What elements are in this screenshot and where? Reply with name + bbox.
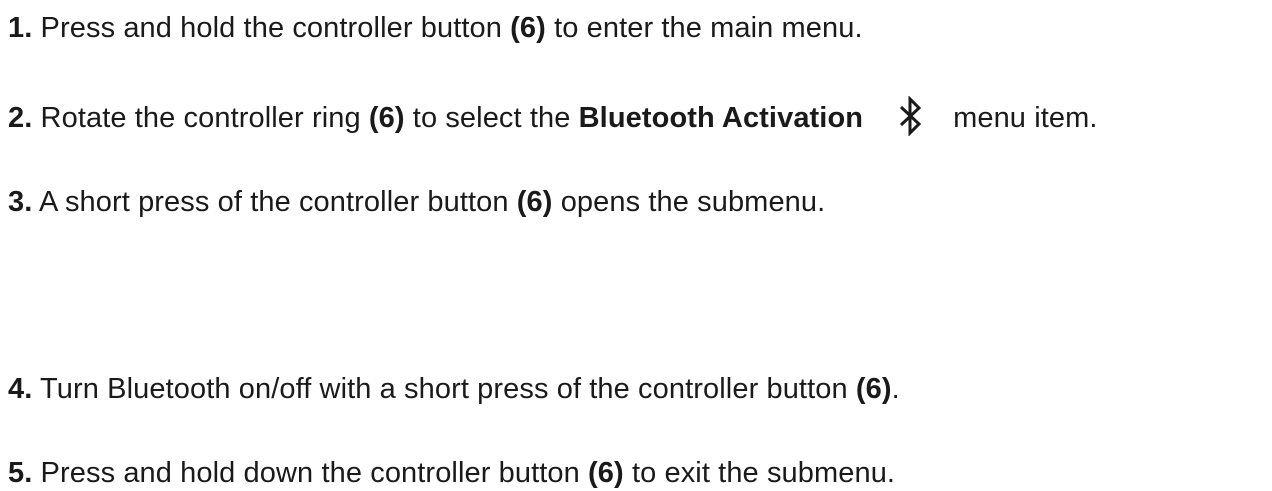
instruction-step-3: 3. A short press of the controller butto… [8,184,825,220]
step-text: A short press of the controller button [32,186,517,218]
step-text: Turn Bluetooth on/off with a short press… [32,373,856,405]
step-number: 1. [8,12,33,44]
menu-item-name: Bluetooth Activation [578,102,864,134]
step-number: 2. [8,102,33,134]
controller-reference: (6) [588,457,624,489]
bluetooth-icon [897,96,923,137]
step-text: Press and hold the controller button [32,12,511,44]
step-number: 3. [8,186,33,218]
step-text: Press and hold down the controller butto… [32,457,589,489]
step-text: Rotate the controller ring [32,102,369,134]
instruction-step-1: 1. Press and hold the controller button … [8,10,863,46]
step-text: menu item. [953,102,1098,134]
instruction-step-2: 2. Rotate the controller ring (6) to sel… [8,96,1098,137]
controller-reference: (6) [516,186,553,218]
step-text: to enter the main menu. [545,12,863,44]
instruction-step-5: 5. Press and hold down the controller bu… [8,455,895,491]
step-text: to exit the submenu. [623,457,896,489]
controller-reference: (6) [510,12,546,44]
step-text: . [891,373,900,405]
controller-reference: (6) [368,102,405,134]
step-number: 4. [8,373,33,405]
step-text: opens the submenu. [552,186,826,218]
controller-reference: (6) [855,373,892,405]
instruction-step-4: 4. Turn Bluetooth on/off with a short pr… [8,371,900,407]
step-number: 5. [8,457,33,489]
step-text: to select the [404,102,579,134]
